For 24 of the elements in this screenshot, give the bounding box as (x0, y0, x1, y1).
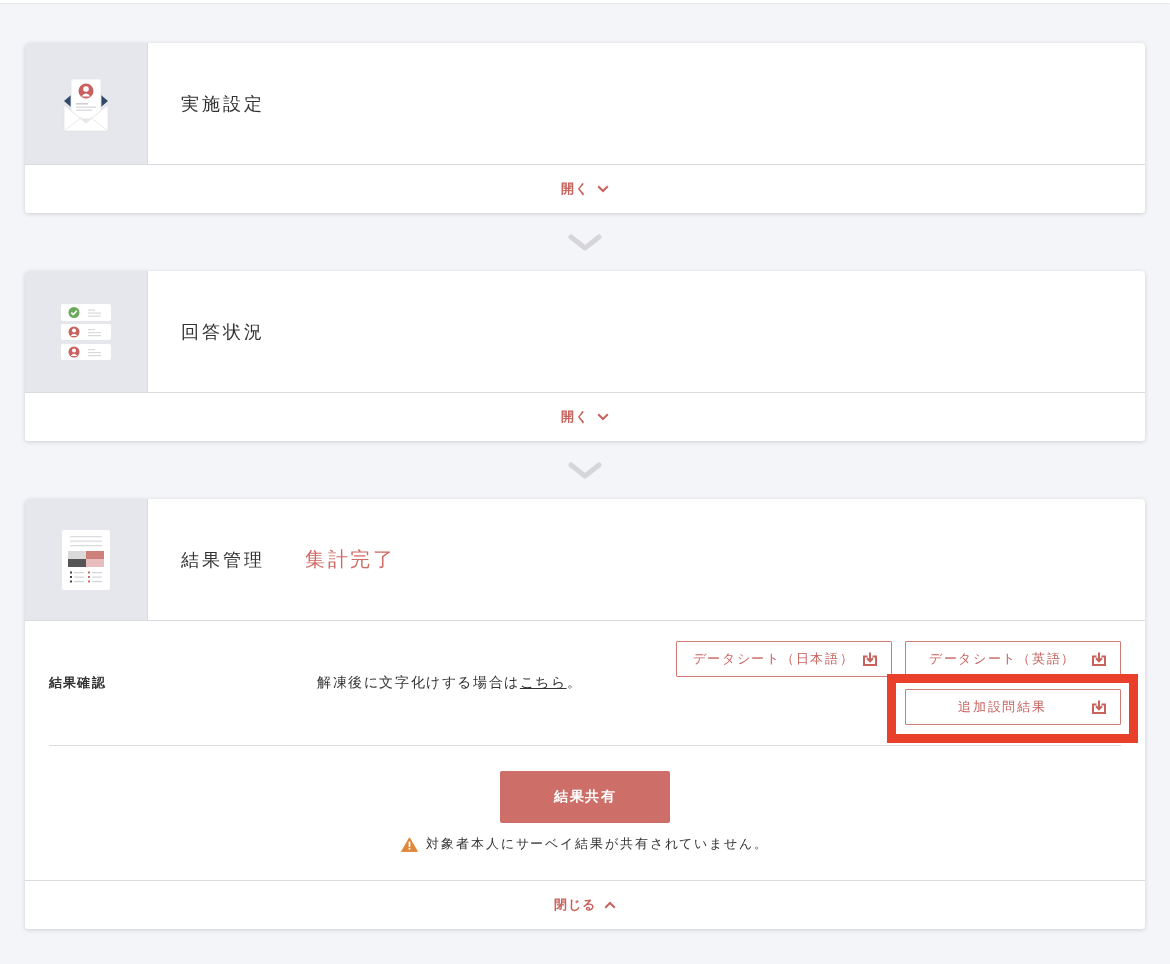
toggle-button[interactable]: 開く (25, 393, 1145, 441)
download-button[interactable]: データシート（英語） (905, 641, 1121, 677)
download-icon (1092, 652, 1106, 666)
download-button[interactable]: 追加設問結果 (905, 689, 1121, 725)
section-title: 実施設定 (181, 91, 265, 116)
download-icon (1092, 700, 1106, 714)
toggle-button[interactable]: 開く (25, 165, 1145, 213)
warning-icon (401, 836, 419, 852)
here-link[interactable]: こちら (519, 674, 567, 690)
chevron-down-icon (597, 413, 609, 421)
encoding-note: 解凍後に文字化けする場合は こちら。 (317, 674, 584, 692)
status-label: 集計完了 (305, 546, 395, 573)
download-button[interactable]: データシート（日本語） (676, 641, 892, 677)
toggle-button[interactable]: 閉じる (25, 881, 1145, 929)
share-button[interactable]: 結果共有 (500, 771, 670, 823)
download-icon (863, 652, 877, 666)
section-title: 回答状況 (181, 319, 265, 344)
chevron-up-icon (604, 901, 616, 909)
chevron-down-icon (597, 185, 609, 193)
row-label: 結果確認 (49, 674, 107, 692)
warning-message: 対象者本人にサーベイ結果が共有されていません。 (426, 835, 769, 853)
chevron-down-icon (568, 461, 602, 479)
chevron-down-icon (568, 233, 602, 251)
section-title: 結果管理 (181, 547, 265, 572)
